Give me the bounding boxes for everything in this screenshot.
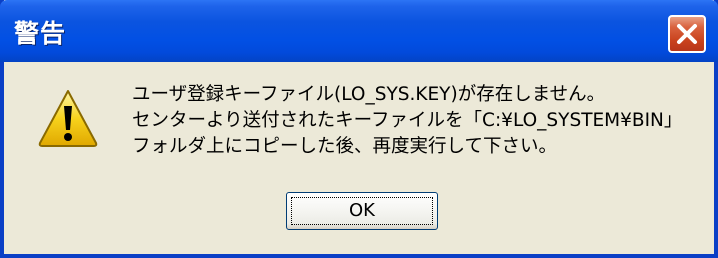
message-line: フォルダ上にコピーした後、再度実行して下さい。 [132,136,557,157]
ok-button[interactable]: OK [286,192,438,230]
warning-dialog: 警告 ユーザ登録キーファイル(LO_SYS.KEY)が存在しません。 センターよ… [0,0,718,258]
close-icon [677,24,697,44]
title-bar[interactable]: 警告 [0,0,718,62]
ok-button-label: OK [349,200,375,221]
dialog-title: 警告 [14,19,67,48]
message-line: ユーザ登録キーファイル(LO_SYS.KEY)が存在しません。 [132,84,606,105]
message-text: ユーザ登録キーファイル(LO_SYS.KEY)が存在しません。 センターより送付… [132,82,702,160]
warning-icon [38,90,98,147]
close-button[interactable] [668,15,706,53]
message-line: センターより送付されたキーファイルを「C:¥LO_SYSTEM¥BIN」 [132,110,683,131]
